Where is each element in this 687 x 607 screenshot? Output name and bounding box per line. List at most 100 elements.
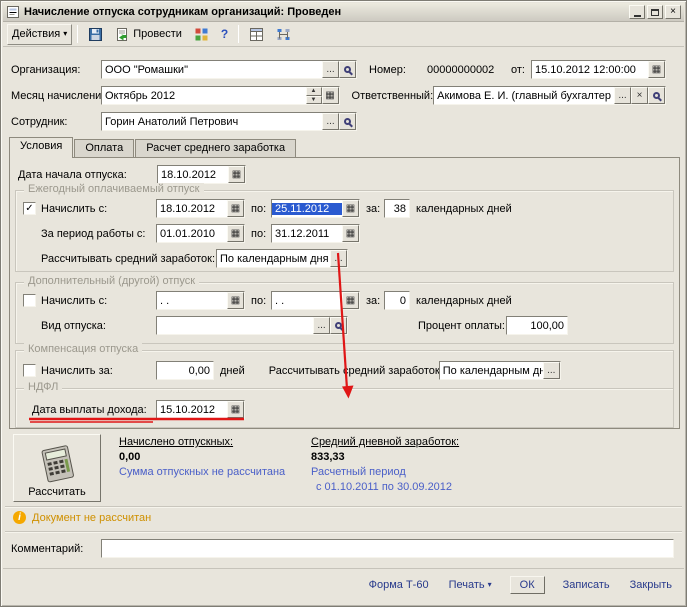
employee-select-button[interactable]: ... — [322, 113, 339, 130]
employee-field[interactable]: Горин Анатолий Петрович ... — [101, 112, 357, 131]
annual-to-label: по: — [251, 203, 267, 215]
average-daily-column: Средний дневной заработок: 833,33 Расчет… — [311, 434, 459, 506]
footer-command-bar: Форма Т-60 Печать ▾ ОК Записать Закрыть — [3, 568, 684, 600]
annual-period-to-field[interactable]: 31.12.2011 ▦ — [271, 224, 360, 243]
calendar-icon[interactable]: ▦ — [228, 166, 245, 183]
responsible-open-button[interactable] — [648, 87, 665, 104]
spin-up-icon[interactable]: ▲ — [306, 87, 322, 96]
window-controls: × — [629, 5, 681, 19]
employee-open-button[interactable] — [339, 113, 356, 130]
print-button-label: Печать — [449, 579, 485, 591]
tab-conditions[interactable]: Условия — [9, 137, 73, 158]
window-title: Начисление отпуска сотрудникам организац… — [24, 6, 625, 18]
additional-accrue-checkbox[interactable] — [23, 294, 36, 307]
tab-payment[interactable]: Оплата — [74, 139, 134, 158]
calendar-icon[interactable]: ▦ — [342, 292, 359, 309]
annual-days-value: 38 — [385, 203, 409, 215]
responsible-select-button[interactable]: ... — [614, 87, 631, 104]
calendar-icon[interactable]: ▦ — [648, 61, 665, 78]
calendar-icon[interactable]: ▦ — [227, 292, 244, 309]
income-pay-date-row: Дата выплаты дохода: 15.10.2012 ▦ — [32, 400, 666, 419]
additional-days-field[interactable]: 0 — [384, 291, 410, 310]
calculation-period-link[interactable]: Расчетный период — [311, 466, 459, 478]
compensation-group: Компенсация отпуска Начислить за: 0,00 д… — [15, 350, 674, 390]
additional-to-field[interactable]: . . ▦ — [271, 291, 360, 310]
additional-from-field[interactable]: . . ▦ — [156, 291, 245, 310]
vacation-start-field[interactable]: 18.10.2012 ▦ — [157, 165, 246, 184]
actions-menu-button[interactable]: Действия ▾ — [7, 24, 72, 45]
spin-down-icon[interactable]: ▼ — [306, 96, 322, 105]
save-button[interactable] — [83, 24, 108, 45]
income-pay-date-value: 15.10.2012 — [157, 404, 227, 416]
close-form-button[interactable]: Закрыть — [628, 577, 674, 593]
additional-days-value: 0 — [385, 295, 409, 307]
structure-icon — [276, 27, 291, 42]
annual-accrue-checkbox[interactable]: ✓ — [23, 202, 36, 215]
compensation-days-field[interactable]: 0,00 — [156, 361, 214, 380]
calendar-icon[interactable]: ▦ — [227, 401, 244, 418]
annual-days-field[interactable]: 38 — [384, 199, 410, 218]
annual-from-field[interactable]: 18.10.2012 ▦ — [156, 199, 245, 218]
calendar-icon[interactable]: ▦ — [342, 225, 359, 242]
income-pay-date-field[interactable]: 15.10.2012 ▦ — [156, 400, 245, 419]
additional-accrue-row: Начислить с: . . ▦ по: . . ▦ за: 0 кален… — [23, 291, 666, 310]
pay-percent-field[interactable]: 100,00 — [506, 316, 568, 335]
separator — [5, 531, 682, 533]
responsible-clear-button[interactable]: × — [631, 87, 648, 104]
save-record-button[interactable]: Записать — [561, 577, 612, 593]
vacation-kind-open-button[interactable] — [330, 317, 347, 334]
compensation-average-label: Рассчитывать средний заработок: — [269, 365, 439, 377]
print-button[interactable]: Печать ▾ — [447, 577, 494, 593]
tab-average-earnings[interactable]: Расчет среднего заработка — [135, 139, 296, 158]
calendar-icon[interactable]: ▦ — [342, 200, 359, 217]
vacation-kind-field[interactable]: ... — [156, 316, 348, 335]
annual-period-to-value: 31.12.2011 — [272, 228, 342, 240]
comment-row: Комментарий: — [11, 539, 674, 558]
conditions-panel: Дата начала отпуска: 18.10.2012 ▦ Ежегод… — [9, 157, 680, 429]
compensation-days-suffix: дней — [220, 365, 245, 377]
annual-to-field[interactable]: 25.11.2012 ▦ — [271, 199, 360, 218]
related-documents-button[interactable] — [244, 24, 269, 45]
average-daily-label: Средний дневной заработок: — [311, 436, 459, 448]
form-t60-button[interactable]: Форма Т-60 — [367, 577, 431, 593]
close-button[interactable]: × — [665, 5, 681, 19]
accrual-month-field[interactable]: Октябрь 2012 ▲ ▼ ▦ — [101, 86, 340, 105]
vacation-start-label: Дата начала отпуска: — [18, 169, 157, 181]
annual-average-row: Рассчитывать средний заработок: По кален… — [41, 249, 666, 268]
tab-bar: Условия Оплата Расчет среднего заработка — [9, 137, 297, 158]
compensation-checkbox[interactable] — [23, 364, 36, 377]
post-button[interactable]: Провести — [110, 24, 187, 45]
compensation-average-select-button[interactable]: ... — [543, 362, 560, 379]
search-icon — [344, 118, 351, 125]
vacation-kind-select-button[interactable]: ... — [313, 317, 330, 334]
toolbar: Действия ▾ Провести ? — [3, 22, 684, 47]
ok-button[interactable]: ОК — [510, 576, 545, 594]
comment-input[interactable] — [101, 539, 674, 558]
structure-button[interactable] — [271, 24, 296, 45]
annual-period-from-field[interactable]: 01.01.2010 ▦ — [156, 224, 245, 243]
postings-icon — [194, 27, 209, 42]
postings-icon-button[interactable] — [189, 24, 214, 45]
organization-open-button[interactable] — [339, 61, 356, 78]
calendar-icon[interactable]: ▦ — [227, 200, 244, 217]
calendar-icon[interactable]: ▦ — [227, 225, 244, 242]
post-icon — [115, 27, 130, 42]
maximize-button[interactable] — [647, 5, 663, 19]
organization-field[interactable]: ООО "Ромашки" ... — [101, 60, 357, 79]
pay-percent-label: Процент оплаты: — [418, 320, 506, 332]
chevron-down-icon: ▾ — [63, 30, 67, 38]
annual-average-select-button[interactable]: ... — [330, 250, 347, 267]
responsible-field[interactable]: Акимова Е. И. (главный бухгалтер ... × — [433, 86, 666, 105]
vacation-kind-row: Вид отпуска: ... Процент оплаты: 100,00 — [41, 316, 666, 335]
document-date-field[interactable]: 15.10.2012 12:00:00 ▦ — [531, 60, 666, 79]
help-button[interactable]: ? — [216, 24, 233, 45]
annual-average-label: Рассчитывать средний заработок: — [41, 253, 216, 265]
calendar-icon[interactable]: ▦ — [322, 87, 339, 104]
compensation-average-field[interactable]: По календарным дням ... — [439, 361, 561, 380]
annual-average-field[interactable]: По календарным дня ... — [216, 249, 348, 268]
calculation-period-range: с 01.10.2011 по 30.09.2012 — [311, 481, 459, 493]
organization-select-button[interactable]: ... — [322, 61, 339, 78]
calculate-button[interactable]: Рассчитать — [13, 434, 101, 502]
post-label: Провести — [133, 28, 182, 40]
minimize-button[interactable] — [629, 5, 645, 19]
